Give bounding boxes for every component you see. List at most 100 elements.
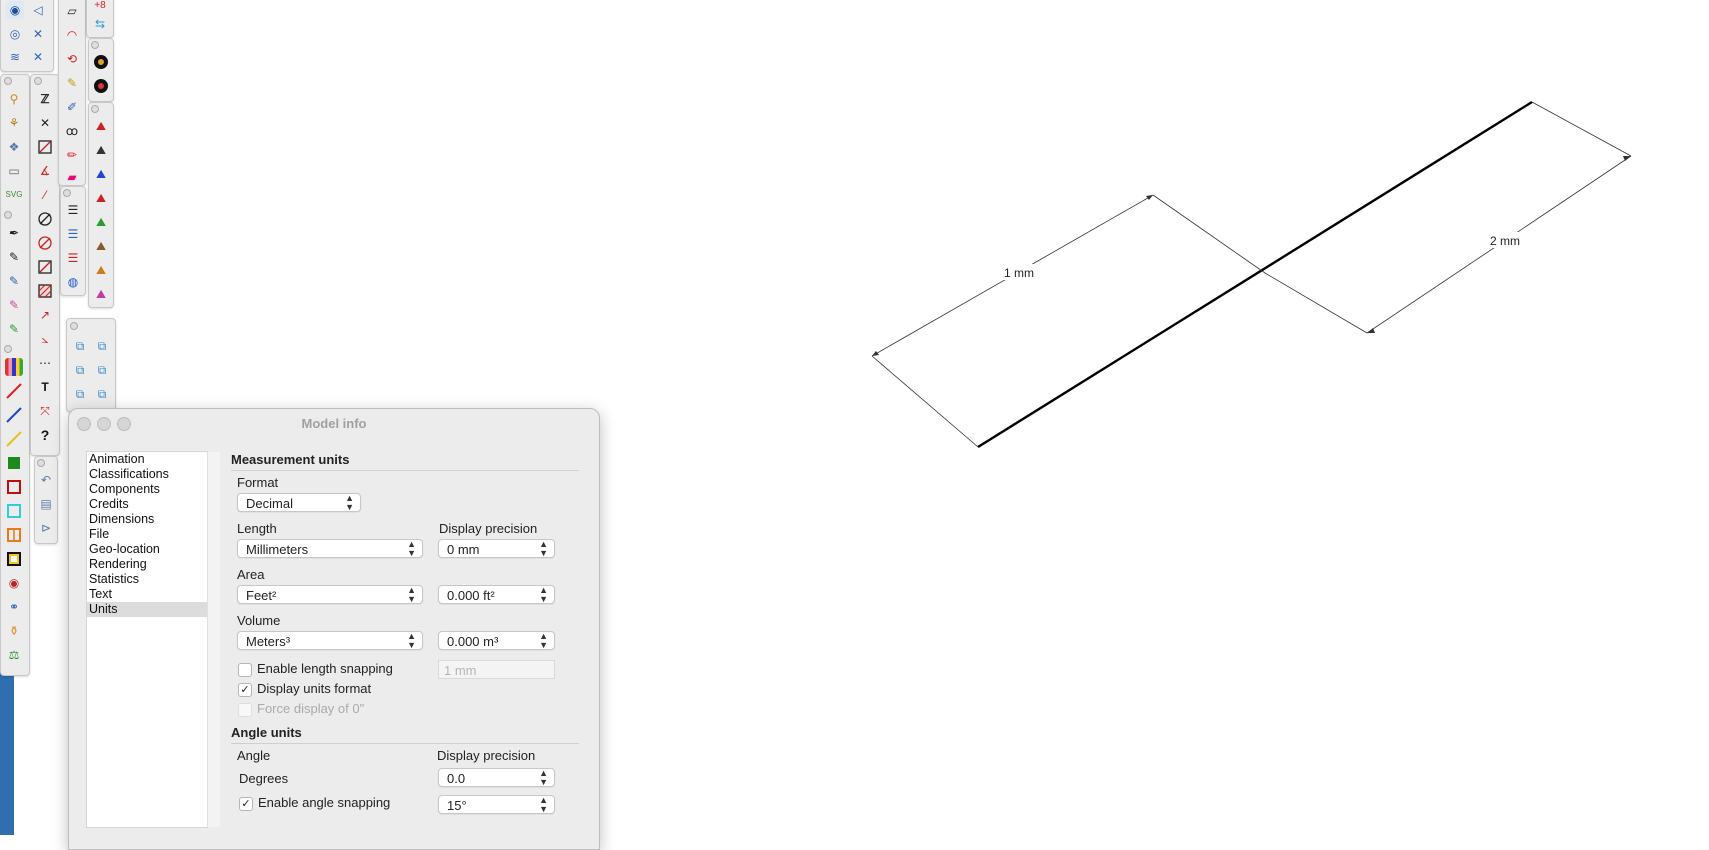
orange-rect-icon[interactable] [5,526,23,544]
sandbox-icon[interactable]: ▭ [5,162,23,180]
yellow-frame-icon[interactable] [5,550,23,568]
sidebar-item-file[interactable]: File [87,527,207,542]
svg-export-icon[interactable]: SVG [5,186,23,204]
terrain-red-icon[interactable]: ⛰ [92,117,110,135]
area-select[interactable]: Feet² ▲ ▼ [237,585,423,604]
layers-view-icon[interactable]: ◎ [6,25,24,43]
angle-snapping-label[interactable]: Enable angle snapping [258,795,390,810]
top-red-icon[interactable]: +8 [91,0,109,15]
cross-dimension-icon[interactable]: ✕ [36,114,54,132]
dim1-label[interactable]: 1 mm [1004,266,1034,280]
stack-icon[interactable]: ≋ [6,48,24,66]
geo-pin-icon[interactable]: ⚲ [5,90,23,108]
subtract-icon[interactable]: ⧉ [93,361,111,379]
sidebar-item-units[interactable]: Units [87,602,207,617]
search-warehouse-icon[interactable]: ⚘ [5,114,23,132]
eraser-icon[interactable]: ▱ [63,2,81,20]
sidebar-item-rendering[interactable]: Rendering [87,557,207,572]
angle-precision-select[interactable]: 0.0 ▲ ▼ [438,768,555,787]
terrain-blue-icon[interactable]: ⛰ [92,165,110,183]
left-view-icon[interactable]: ◁ [29,1,47,19]
knot-icon[interactable]: ꝏ [63,122,81,140]
pen-plus-icon[interactable]: ✎ [5,248,23,266]
axis-icon[interactable]: ⤧ [36,402,54,420]
terrain-dark-icon[interactable]: ⛰ [92,141,110,159]
display-units-checkbox[interactable]: ✓ [238,683,252,697]
rotate-icon[interactable]: ⟲ [63,50,81,68]
forward-small-icon[interactable]: ⊳ [37,519,55,537]
angle-snapping-select[interactable]: 15° ▲ ▼ [438,795,555,814]
intersect-icon[interactable]: ⧉ [93,337,111,355]
split-icon[interactable]: ⧉ [93,385,111,403]
terrain-pink-icon[interactable]: ⛰ [92,285,110,303]
sketch-icon[interactable]: ✐ [63,98,81,116]
flow-icon[interactable]: ⇆ [91,15,109,33]
trim-icon[interactable]: ⧉ [71,385,89,403]
layers-icon[interactable]: ☰ [64,201,82,219]
red-pen-icon[interactable]: ✏ [63,146,81,164]
angle-red-icon[interactable]: ⦣ [36,330,54,348]
x-ray-icon[interactable]: ✕ [29,25,47,43]
sidebar-item-credits[interactable]: Credits [87,497,207,512]
dim2-label[interactable]: 2 mm [1490,234,1520,248]
help-icon[interactable]: ? [36,426,54,444]
z-dimension-icon[interactable]: ℤ [36,90,54,108]
components-icon[interactable]: ❖ [5,138,23,156]
terrain-orange-icon[interactable]: ⛰ [92,261,110,279]
pink-brush-icon[interactable]: ✎ [5,296,23,314]
balance-icon[interactable]: ⚖ [5,646,23,664]
film-reel-icon[interactable] [92,53,110,71]
pen-icon[interactable]: ✒ [5,224,23,242]
layers-red-icon[interactable]: ☰ [64,249,82,267]
yellow-line-icon[interactable] [5,430,23,448]
volume-precision-select[interactable]: 0.000 m³ ▲ ▼ [438,631,555,650]
terrain-green-icon[interactable]: ⛰ [92,213,110,231]
angle-dim-icon[interactable]: ∡ [36,162,54,180]
jar-icon[interactable]: ⚱ [5,622,23,640]
blue-line-icon[interactable] [5,406,23,424]
format-select[interactable]: Decimal ▲ ▼ [237,493,361,512]
sidebar-item-statistics[interactable]: Statistics [87,572,207,587]
circle-slash-icon[interactable] [36,210,54,228]
paint-icon[interactable]: ✎ [63,74,81,92]
page-small-icon[interactable]: ▤ [37,495,55,513]
sidebar-item-components[interactable]: Components [87,482,207,497]
outer-shell-icon[interactable]: ⧉ [71,337,89,355]
mesh-icon[interactable]: ✕ [29,48,47,66]
terrain-brown-icon[interactable]: ⛰ [92,237,110,255]
sidebar-item-classifications[interactable]: Classifications [87,467,207,482]
sidebar-item-dimensions[interactable]: Dimensions [87,512,207,527]
text-tool-icon[interactable]: T [36,378,54,396]
arc-icon[interactable]: ◠ [63,26,81,44]
record-icon[interactable]: ◉ [5,574,23,592]
diagonal-box-icon[interactable] [36,138,54,156]
length-snapping-checkbox[interactable] [238,663,252,677]
display-units-label[interactable]: Display units format [257,681,371,696]
circle-red-slash-icon[interactable] [36,234,54,252]
volume-select[interactable]: Meters³ ▲ ▼ [237,631,423,650]
blue-brush-icon[interactable]: ✎ [5,272,23,290]
slash-dim-icon[interactable]: ⁄ [36,186,54,204]
color-bars-icon[interactable] [5,358,23,376]
red-line-icon[interactable] [5,382,23,400]
layers-blue-icon[interactable]: ☰ [64,225,82,243]
pink-eraser-icon[interactable]: ▰ [63,168,81,186]
sidebar-item-geo-location[interactable]: Geo-location [87,542,207,557]
terrain-up-icon[interactable]: ⛰ [92,189,110,207]
sidebar-scrollbar[interactable] [207,452,220,827]
red-rect-icon[interactable] [5,478,23,496]
green-square-icon[interactable] [5,454,23,472]
window-titlebar[interactable]: Model info [69,409,599,439]
green-brush-icon[interactable]: ✎ [5,320,23,338]
eye-icon[interactable]: ◉ [6,1,24,19]
layers-globe-icon[interactable]: ◍ [64,273,82,291]
sidebar-item-animation[interactable]: Animation [87,452,207,467]
area-precision-select[interactable]: 0.000 ft² ▲ ▼ [438,585,555,604]
length-snapping-label[interactable]: Enable length snapping [257,661,393,676]
hatched-box-icon[interactable] [36,282,54,300]
cyan-rect-icon[interactable] [5,502,23,520]
length-precision-select[interactable]: 0 mm ▲ ▼ [438,539,555,558]
sidebar-item-text[interactable]: Text [87,587,207,602]
length-select[interactable]: Millimeters ▲ ▼ [237,539,423,558]
dotted-line-icon[interactable]: ⋯ [36,354,54,372]
